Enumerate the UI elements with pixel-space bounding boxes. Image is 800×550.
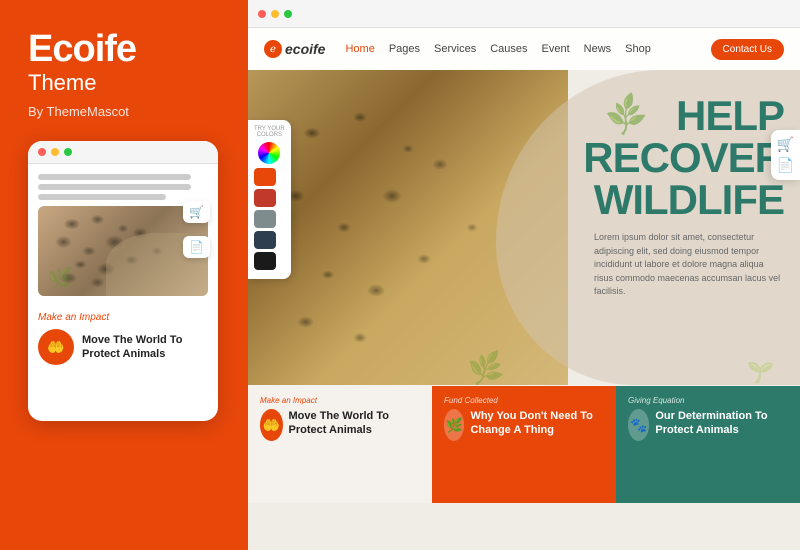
nav-link-home[interactable]: Home (345, 43, 374, 55)
mobile-top-bar (28, 141, 218, 164)
mobile-impact-text: Move The World To Protect Animals (82, 333, 208, 362)
palette-color-gray[interactable] (254, 210, 276, 228)
card-2-row: 🌿 Why You Don't Need To Change A Thing (444, 409, 604, 445)
cart-icon[interactable]: 🛒 (777, 136, 794, 153)
mobile-doc-float: 📄 (183, 236, 210, 258)
browser-dot-green (284, 10, 292, 18)
mobile-mockup: 🌿 🛒 📄 Make an Impact 🤲 Move The World To… (28, 141, 218, 421)
mobile-content: 🌿 (28, 164, 218, 296)
mobile-text-line (38, 194, 166, 200)
nav-logo: ℯ ecoife (264, 40, 325, 58)
card-1-label: Make an Impact (260, 396, 420, 405)
card-2-label: Fund Collected (444, 396, 604, 405)
card-2-icon: 🌿 (444, 409, 464, 441)
mobile-bottom-section: Make an Impact 🤲 Move The World To Prote… (28, 296, 218, 373)
hero-title-line3: WILDLIFE (583, 179, 784, 221)
mobile-text-lines (38, 174, 208, 200)
mobile-cart-float: 🛒 (183, 201, 210, 223)
desktop-nav: ℯ ecoife Home Pages Services Causes Even… (248, 28, 800, 70)
card-2-title: Why You Don't Need To Change A Thing (470, 409, 604, 438)
brand-title: Ecoife (28, 30, 136, 68)
nav-link-shop[interactable]: Shop (625, 43, 651, 55)
mobile-impact-row: 🤲 Move The World To Protect Animals (38, 329, 208, 365)
contact-us-button[interactable]: Contact Us (711, 39, 784, 60)
nav-logo-text: ecoife (285, 41, 325, 57)
nav-logo-e: ℯ (270, 44, 276, 55)
mobile-impact-label: Make an Impact (38, 312, 208, 323)
palette-title: TRY YOURCOLORS (254, 126, 285, 138)
color-palette[interactable]: TRY YOURCOLORS (248, 120, 291, 279)
browser-chrome (248, 0, 800, 28)
brand-author: By ThemeMascot (28, 104, 129, 119)
card-1-icon: 🤲 (260, 409, 283, 441)
bottom-cards: Make an Impact 🤲 Move The World To Prote… (248, 385, 800, 503)
hero-plant-left-icon: 🌿 (466, 349, 506, 385)
bottom-card-1: Make an Impact 🤲 Move The World To Prote… (248, 386, 432, 503)
hero-title-line2: RECOVER (583, 137, 784, 179)
mobile-dot-green (64, 148, 72, 156)
desktop-mockup: ℯ ecoife Home Pages Services Causes Even… (248, 0, 800, 550)
mobile-plant-decoration: 🌿 (48, 266, 73, 291)
card-1-title: Move The World To Protect Animals (289, 409, 420, 438)
mobile-impact-icon: 🤲 (38, 329, 74, 365)
nav-link-pages[interactable]: Pages (389, 43, 420, 55)
mobile-text-line (38, 184, 191, 190)
brand-subtitle: Theme (28, 70, 96, 96)
side-cart-panel[interactable]: 🛒 📄 (771, 130, 800, 180)
document-icon[interactable]: 📄 (777, 157, 794, 174)
card-3-icon: 🐾 (628, 409, 649, 441)
palette-color-black[interactable] (254, 252, 276, 270)
mobile-dot-red (38, 148, 46, 156)
hero-description: Lorem ipsum dolor sit amet, consectetur … (594, 231, 784, 299)
browser-dot-red (258, 10, 266, 18)
nav-logo-icon: ℯ (264, 40, 282, 58)
nav-links: Home Pages Services Causes Event News Sh… (345, 43, 710, 55)
hero-section: 🌿 HELP RECOVER WILDLIFE Lorem ipsum dolo… (248, 70, 800, 385)
nav-link-causes[interactable]: Causes (490, 43, 527, 55)
card-3-row: 🐾 Our Determination To Protect Animals (628, 409, 788, 445)
card-3-label: Giving Equation (628, 396, 788, 405)
palette-color-dark[interactable] (254, 231, 276, 249)
bottom-card-3: Giving Equation 🐾 Our Determination To P… (616, 386, 800, 503)
browser-dot-yellow (271, 10, 279, 18)
left-panel: Ecoife Theme By ThemeMascot 🌿 🛒 📄 Make a… (0, 0, 248, 550)
nav-link-services[interactable]: Services (434, 43, 476, 55)
card-3-title: Our Determination To Protect Animals (655, 409, 788, 438)
mobile-text-line (38, 174, 191, 180)
nav-link-event[interactable]: Event (542, 43, 570, 55)
mobile-dot-yellow (51, 148, 59, 156)
bottom-card-2: Fund Collected 🌿 Why You Don't Need To C… (432, 386, 616, 503)
palette-color-red[interactable] (254, 189, 276, 207)
palette-color-orange[interactable] (254, 168, 276, 186)
card-1-row: 🤲 Move The World To Protect Animals (260, 409, 420, 445)
nav-link-news[interactable]: News (584, 43, 612, 55)
palette-rainbow[interactable] (258, 142, 280, 164)
